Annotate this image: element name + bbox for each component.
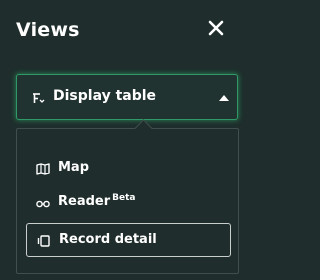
reader-label: Reader bbox=[58, 194, 111, 209]
table-filter-icon bbox=[33, 93, 45, 103]
menu-item-map[interactable]: Map bbox=[26, 152, 231, 186]
views-menu: Map Reader Beta Record detail bbox=[16, 119, 239, 274]
beta-badge: Beta bbox=[112, 193, 136, 203]
menu-item-reader[interactable]: Reader Beta bbox=[26, 186, 231, 220]
menu-item-label: Record detail bbox=[59, 232, 157, 247]
glasses-icon bbox=[36, 200, 50, 208]
menu-item-label: Reader Beta bbox=[58, 193, 136, 209]
views-dropdown[interactable]: Display table bbox=[16, 74, 238, 120]
dropdown-label: Display table bbox=[53, 88, 157, 104]
menu-item-label: Map bbox=[58, 160, 90, 175]
map-icon bbox=[36, 163, 50, 175]
panel-title: Views bbox=[16, 19, 80, 41]
menu-pointer bbox=[134, 119, 153, 138]
menu-item-record-detail[interactable]: Record detail bbox=[26, 223, 231, 257]
caret-up-icon bbox=[219, 95, 229, 101]
close-icon bbox=[208, 20, 224, 36]
record-detail-icon bbox=[37, 235, 50, 247]
close-button[interactable] bbox=[204, 16, 228, 40]
